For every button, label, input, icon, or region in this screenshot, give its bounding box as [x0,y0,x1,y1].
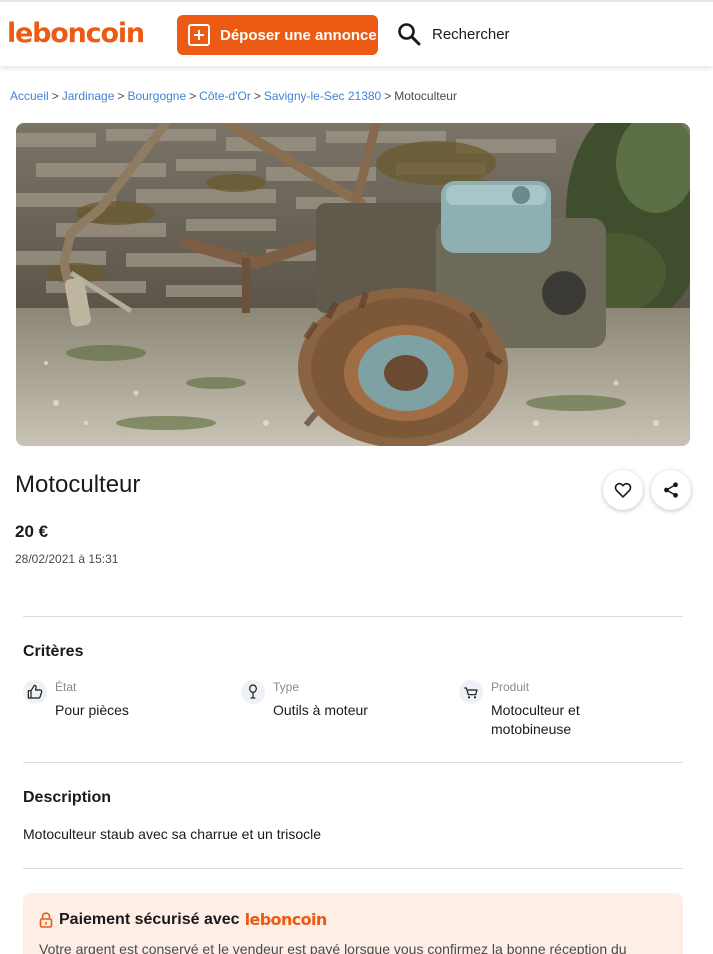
breadcrumb-link-bourgogne[interactable]: Bourgogne [127,89,186,103]
listing-photo[interactable] [16,123,690,446]
search-label: Rechercher [432,25,510,43]
leboncoin-logo[interactable]: leboncoin [7,18,145,49]
criteria-label: Produit [491,680,530,694]
breadcrumb-link-cote-dor[interactable]: Côte-d'Or [199,89,251,103]
listing-price: 20 € [15,522,49,541]
post-ad-button[interactable]: Déposer une annonce [177,15,378,55]
secure-payment-title: Paiement sécurisé avec [59,910,240,928]
secure-payment-banner: Paiement sécurisé avec leboncoin Votre a… [23,893,683,954]
criteria-item-etat: État Pour pièces [23,680,129,720]
listing-title: Motoculteur [15,471,141,498]
thumbs-up-icon [23,680,47,704]
criteria-label: État [55,680,77,694]
lock-icon [39,911,53,928]
search-button[interactable]: Rechercher [397,22,510,46]
criteria-value: Motoculteur et motobineuse [491,702,580,737]
share-icon [664,482,678,498]
share-button[interactable] [651,470,691,510]
criteria-label: Type [273,680,300,694]
breadcrumb-link-jardinage[interactable]: Jardinage [62,89,115,103]
divider [23,762,683,763]
motoculteur-photo [16,123,690,446]
criteria-item-produit: Produit Motoculteur et motobineuse [459,680,611,739]
divider [23,868,683,869]
heart-icon [614,482,632,498]
criteria-item-type: Type Outils à moteur [241,680,368,720]
plus-icon [188,24,210,46]
criteria-title: Critères [23,643,84,660]
cart-icon [459,680,483,704]
breadcrumb: Accueil > Jardinage > Bourgogne > Côte-d'Or > Sa… [10,89,457,103]
search-icon [398,23,421,46]
breadcrumb-link-accueil[interactable]: Accueil [10,89,49,103]
post-ad-label: Déposer une annonce [220,26,377,44]
secure-payment-text: Votre argent est conservé et le vendeur … [39,941,627,954]
description-title: Description [23,789,112,806]
favorite-button[interactable] [603,470,643,510]
shovel-icon [241,680,265,704]
criteria-value: Outils à moteur [273,702,368,718]
divider [23,616,683,617]
breadcrumb-link-savigny[interactable]: Savigny-le-Sec 21380 [264,89,381,103]
criteria-value: Pour pièces [55,702,129,718]
breadcrumb-current: Motoculteur [394,89,457,103]
listing-date: 28/02/2021 à 15:31 [15,552,119,566]
description-text: Motoculteur staub avec sa charrue et un … [23,826,322,842]
leboncoin-logo-small: leboncoin [244,910,328,929]
top-bar: leboncoin Déposer une annonce Rechercher [0,0,713,66]
